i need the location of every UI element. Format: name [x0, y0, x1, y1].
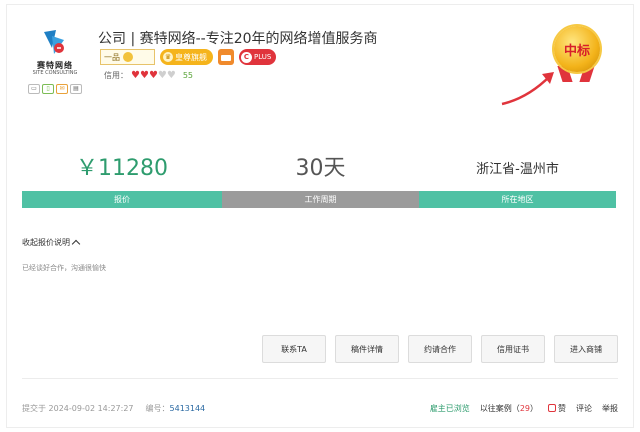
toggle-label: 收起报价说明: [22, 238, 70, 247]
phone-verify-icon[interactable]: ▯: [42, 84, 54, 94]
employer-viewed-status: 雇主已浏览: [429, 404, 470, 413]
credit-label: 信用：: [104, 71, 128, 80]
credit-score: 55: [182, 71, 194, 80]
heart-icon: ♥: [131, 69, 140, 81]
past-cases-count: 29: [519, 404, 530, 413]
vip-badge[interactable]: ♛ 皇尊旗舰: [160, 49, 213, 65]
yipin-badge-label: 一品: [104, 52, 120, 62]
arrow-icon: [501, 72, 554, 106]
thumb-up-icon: [548, 404, 556, 412]
credit-hearts: ♥♥♥♥♥: [131, 69, 176, 81]
enter-shop-button[interactable]: 进入商铺: [554, 335, 618, 363]
credit-rating: 信用： ♥♥♥♥♥ 55: [104, 70, 193, 81]
report-button[interactable]: 举报: [602, 403, 618, 414]
past-cases-label: 以往案例（: [479, 404, 520, 413]
action-buttons: 联系TA 稿件详情 约请合作 信用证书 进入商铺: [262, 335, 618, 363]
bid-id-label: 编号：: [145, 404, 170, 413]
footer-meta: 提交于 2024-09-02 14:27:27 编号：5413144: [22, 403, 205, 414]
invite-cooperation-button[interactable]: 约请合作: [408, 335, 472, 363]
divider: [22, 378, 618, 379]
logo-mark-icon: [44, 30, 64, 54]
id-card-icon[interactable]: ▭: [28, 84, 40, 94]
heart-icon: ♥: [166, 69, 176, 81]
bid-id: 编号：5413144: [146, 403, 206, 414]
bank-verify-icon[interactable]: ▤: [70, 84, 82, 94]
submitted-time: 提交于 2024-09-02 14:27:27: [22, 404, 134, 413]
logo-name-en: SITE CONSULTING: [32, 70, 78, 76]
company-logo[interactable]: 赛特网络 SITE CONSULTING ▭ ▯ ✉ ▤: [28, 28, 88, 98]
footer-actions: 雇主已浏览 以往案例（29） 赞 评论 举报: [430, 403, 618, 414]
plus-c-icon: C: [241, 51, 252, 63]
like-label: 赞: [558, 404, 566, 413]
region-label-bar: 所在地区: [419, 191, 616, 208]
calendar-icon[interactable]: [218, 49, 234, 65]
like-button[interactable]: 赞: [548, 403, 566, 414]
heart-icon: ♥: [157, 69, 167, 81]
price-value: ￥11280: [76, 156, 168, 181]
price-label-bar: 报价: [22, 191, 222, 208]
badge-row: 一品 ♛ 皇尊旗舰 C PLUS: [100, 49, 277, 65]
collapse-description-toggle[interactable]: 收起报价说明: [22, 237, 81, 249]
draft-details-button[interactable]: 稿件详情: [335, 335, 399, 363]
period-value: 30天: [295, 156, 346, 181]
heart-icon: ♥: [139, 69, 149, 81]
medal-icon: 中标: [554, 26, 600, 72]
email-verify-icon[interactable]: ✉: [56, 84, 68, 94]
contact-button[interactable]: 联系TA: [262, 335, 326, 363]
yipin-badge[interactable]: 一品: [100, 49, 155, 65]
credit-certificate-button[interactable]: 信用证书: [481, 335, 545, 363]
coin-icon: [123, 52, 133, 62]
heart-icon: ♥: [148, 69, 158, 81]
period-label-bar: 工作周期: [222, 191, 419, 208]
past-cases-end: ）: [530, 404, 538, 413]
plus-badge[interactable]: C PLUS: [239, 49, 277, 65]
medal-text: 中标: [563, 43, 590, 59]
logo-cert-icons: ▭ ▯ ✉ ▤: [28, 84, 82, 94]
vip-badge-label: 皇尊旗舰: [175, 52, 207, 62]
crown-icon: ♛: [163, 52, 173, 62]
bid-description: 已经谈好合作，沟通很愉快: [22, 264, 106, 272]
region-value: 浙江省-温州市: [476, 162, 559, 177]
plus-badge-label: PLUS: [254, 53, 272, 61]
bid-id-value[interactable]: 5413144: [170, 404, 206, 413]
comment-button[interactable]: 评论: [576, 403, 592, 414]
past-cases-link[interactable]: 以往案例（29）: [480, 403, 538, 414]
chevron-up-icon: [71, 239, 81, 249]
company-title[interactable]: 公司 | 赛特网络--专注20年的网络增值服务商: [98, 28, 378, 48]
